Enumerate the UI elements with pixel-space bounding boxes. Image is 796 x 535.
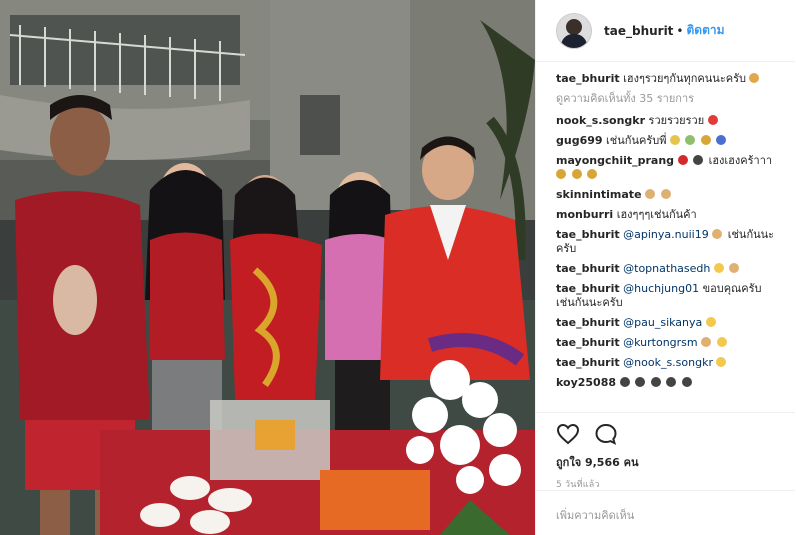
username-link[interactable]: tae_bhurit bbox=[604, 24, 673, 38]
comment-mention[interactable]: @apinya.nuii19 bbox=[623, 228, 709, 241]
money-bag-emoji-icon bbox=[700, 135, 711, 145]
comment-text: เฮงๆๆๆเช่นกันค้า bbox=[616, 208, 697, 221]
comment-item: tae_bhurit @kurtongrsm bbox=[556, 336, 781, 350]
comment-item: tae_bhurit @topnathasedh bbox=[556, 262, 781, 276]
action-icons bbox=[556, 421, 795, 447]
comment-text: เฮงเฮงคร้าาา bbox=[708, 154, 773, 167]
caption-text: เฮงๆรวยๆกันทุกคนนะครับ bbox=[623, 72, 746, 85]
people-emoji-icon bbox=[716, 135, 727, 145]
comment-item: mayongchiit_prang เฮงเฮงคร้าาา bbox=[556, 154, 781, 182]
separator-dot: • bbox=[676, 23, 684, 38]
comment-username[interactable]: tae_bhurit bbox=[556, 336, 620, 349]
comment-mention[interactable]: @kurtongrsm bbox=[623, 336, 698, 349]
comment-item: monburri เฮงๆๆๆเช่นกันค้า bbox=[556, 208, 781, 222]
heart-icon[interactable] bbox=[556, 423, 580, 445]
party-emoji-icon bbox=[650, 377, 661, 387]
pray-emoji-icon bbox=[660, 189, 671, 199]
comment-text: รวยรวยรวย bbox=[648, 114, 705, 127]
money-bag-emoji-icon bbox=[571, 169, 582, 179]
view-all-comments-link[interactable]: ดูความคิดเห็นทั้ง 35 รายการ bbox=[556, 92, 781, 106]
post-header: tae_bhurit • ติดตาม bbox=[536, 0, 795, 62]
party-emoji-icon bbox=[681, 377, 692, 387]
comment-item: gug699 เช่นกันครับพี่ bbox=[556, 134, 781, 148]
comment-username[interactable]: tae_bhurit bbox=[556, 356, 620, 369]
comment-item: skinnintimate bbox=[556, 188, 781, 202]
comment-username[interactable]: nook_s.songkr bbox=[556, 114, 645, 127]
likes-count[interactable]: ถูกใจ 9,566 คน bbox=[556, 453, 795, 471]
avatar[interactable] bbox=[556, 12, 592, 49]
comment-username[interactable]: monburri bbox=[556, 208, 613, 221]
money-emoji-icon bbox=[685, 135, 696, 145]
comment-username[interactable]: koy25088 bbox=[556, 376, 616, 389]
comment-icon[interactable] bbox=[594, 423, 618, 445]
post-frame: tae_bhurit • ติดตาม tae_bhurit เฮงๆรวยๆก… bbox=[0, 0, 796, 535]
comment-text: เช่นกันครับพี่ bbox=[606, 134, 667, 147]
smile-emoji-icon bbox=[705, 317, 716, 327]
comment-username[interactable]: mayongchiit_prang bbox=[556, 154, 674, 167]
post-photo[interactable] bbox=[0, 0, 535, 535]
comment-username[interactable]: tae_bhurit bbox=[556, 316, 620, 329]
comment-username[interactable]: tae_bhurit bbox=[556, 282, 620, 295]
money-bag-emoji-icon bbox=[556, 169, 566, 179]
comment-mention[interactable]: @nook_s.songkr bbox=[623, 356, 713, 369]
party-emoji-icon bbox=[693, 155, 704, 165]
sparkle-emoji-icon bbox=[669, 135, 680, 145]
party-emoji-icon bbox=[619, 377, 630, 387]
add-comment-field[interactable]: เพิ่มความคิดเห็น bbox=[536, 490, 795, 535]
pray-emoji-icon bbox=[645, 189, 656, 199]
hand-emoji-icon bbox=[729, 263, 740, 273]
smile-emoji-icon bbox=[713, 263, 724, 273]
lantern-emoji-icon bbox=[677, 155, 688, 165]
smile-emoji-icon bbox=[716, 357, 727, 367]
comment-username[interactable]: tae_bhurit bbox=[556, 228, 620, 241]
photo-illustration bbox=[0, 0, 535, 535]
comment-item: tae_bhurit @nook_s.songkr bbox=[556, 356, 781, 370]
comments-list[interactable]: tae_bhurit เฮงๆรวยๆกันทุกคนนะครับ ดูความ… bbox=[556, 72, 781, 412]
caption: tae_bhurit เฮงๆรวยๆกันทุกคนนะครับ bbox=[556, 72, 781, 86]
post-timestamp: 5 วันที่แล้ว bbox=[556, 480, 600, 490]
party-emoji-icon bbox=[635, 377, 646, 387]
hand-emoji-icon bbox=[701, 337, 712, 347]
post-sidebar: tae_bhurit • ติดตาม tae_bhurit เฮงๆรวยๆก… bbox=[535, 0, 795, 535]
pray-emoji-icon bbox=[712, 229, 723, 239]
follow-button[interactable]: ติดตาม bbox=[687, 21, 725, 40]
money-bag-emoji-icon bbox=[587, 169, 597, 179]
comment-mention[interactable]: @topnathasedh bbox=[623, 262, 710, 275]
comment-username[interactable]: skinnintimate bbox=[556, 188, 642, 201]
comment-item: tae_bhurit @huchjung01 ขอบคุณครับ เช่นกั… bbox=[556, 282, 781, 310]
comment-username[interactable]: gug699 bbox=[556, 134, 603, 147]
caption-username[interactable]: tae_bhurit bbox=[556, 72, 620, 85]
comment-mention[interactable]: @pau_sikanya bbox=[623, 316, 702, 329]
comment-item: tae_bhurit @pau_sikanya bbox=[556, 316, 781, 330]
comment-item: tae_bhurit @apinya.nuii19 เช่นกันนะครับ bbox=[556, 228, 781, 256]
comment-username[interactable]: tae_bhurit bbox=[556, 262, 620, 275]
comment-mention[interactable]: @huchjung01 bbox=[623, 282, 699, 295]
comment-item: koy25088 bbox=[556, 376, 781, 390]
hand-emoji-icon bbox=[749, 73, 760, 83]
party-emoji-icon bbox=[666, 377, 677, 387]
smile-emoji-icon bbox=[716, 337, 727, 347]
comment-item: nook_s.songkr รวยรวยรวย bbox=[556, 114, 781, 128]
balloon-emoji-icon bbox=[707, 115, 718, 125]
post-actions: ถูกใจ 9,566 คน 5 วันที่แล้ว bbox=[536, 412, 795, 490]
